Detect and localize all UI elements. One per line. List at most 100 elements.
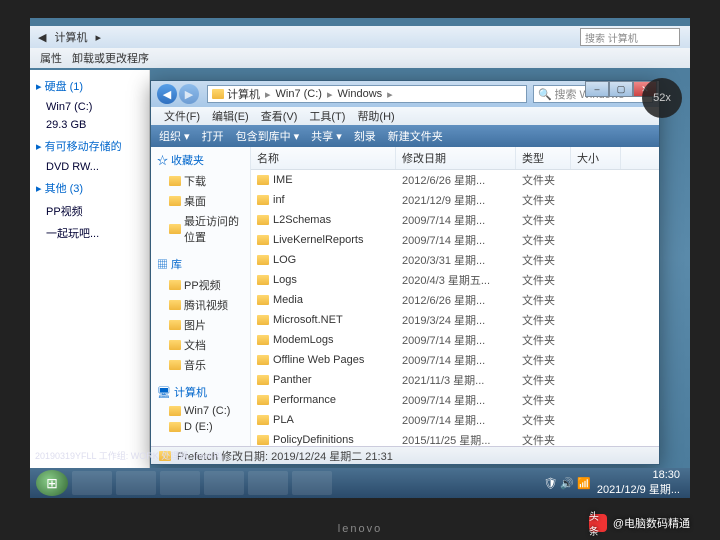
file-size: [571, 259, 621, 261]
menu-item[interactable]: 帮助(H): [352, 108, 399, 124]
breadcrumb-item[interactable]: 计算机: [224, 86, 263, 102]
back-tree-header[interactable]: ▸ 其他 (3): [36, 176, 143, 200]
task-item[interactable]: [204, 471, 244, 495]
file-row[interactable]: PLA2009/7/14 星期...文件夹: [251, 410, 659, 430]
menu-item[interactable]: 工具(T): [304, 108, 350, 124]
taskbar[interactable]: 🛡 🔊 📶 18:30 2021/12/9 星期...: [30, 468, 690, 498]
tree-item[interactable]: 图片: [155, 315, 246, 335]
tree-group[interactable]: 🖥 计算机: [155, 381, 246, 403]
file-date: 2019/3/24 星期...: [396, 311, 516, 329]
back-tree-item[interactable]: 29.3 GB: [36, 116, 143, 134]
toolbar-item[interactable]: 刻录: [354, 128, 376, 144]
file-date: 2009/7/14 星期...: [396, 391, 516, 409]
folder-icon: [257, 275, 269, 285]
minimize-button[interactable]: –: [585, 81, 609, 97]
nav-tree: ☆ 收藏夹下载桌面最近访问的位置 ▦ 库PP视频腾讯视频图片文档音乐 🖥 计算机Wi…: [151, 147, 251, 446]
file-row[interactable]: IME2012/6/26 星期...文件夹: [251, 170, 659, 190]
watermark-text: @电脑数码精通: [613, 515, 690, 531]
back-nav[interactable]: ◀: [38, 31, 46, 44]
file-row[interactable]: inf2021/12/9 星期...文件夹: [251, 190, 659, 210]
task-item[interactable]: [72, 471, 112, 495]
toolbar-item[interactable]: 共享 ▾: [311, 128, 342, 144]
folder-icon: [257, 255, 269, 265]
folder-icon: [257, 195, 269, 205]
search-icon: 🔍: [538, 88, 552, 101]
back-tree-item[interactable]: DVD RW...: [36, 158, 143, 176]
tree-item[interactable]: PP视频: [155, 275, 246, 295]
task-item[interactable]: [292, 471, 332, 495]
toolbar-item[interactable]: 组织 ▾: [159, 128, 190, 144]
file-size: [571, 279, 621, 281]
file-row[interactable]: Performance2009/7/14 星期...文件夹: [251, 390, 659, 410]
file-date: 2009/7/14 星期...: [396, 411, 516, 429]
file-name: IME: [273, 174, 293, 186]
tree-item[interactable]: Win7 (C:): [155, 403, 246, 419]
menu-item[interactable]: 文件(F): [159, 108, 205, 124]
back-left-panel: ▸ 硬盘 (1)Win7 (C:)29.3 GB▸ 有可移动存储的DVD RW.…: [30, 70, 150, 468]
file-row[interactable]: Offline Web Pages2009/7/14 星期...文件夹: [251, 350, 659, 370]
tree-item[interactable]: 桌面: [155, 191, 246, 211]
tree-group[interactable]: ▦ 库: [155, 253, 246, 275]
tree-item[interactable]: D (E:): [155, 419, 246, 435]
back-tb-uninstall[interactable]: 卸载或更改程序: [72, 50, 149, 66]
tree-group[interactable]: 🌐 网络: [155, 441, 246, 446]
menu-item[interactable]: 编辑(E): [207, 108, 254, 124]
file-type: 文件夹: [516, 331, 571, 349]
back-tree-item[interactable]: PP视频: [36, 200, 143, 222]
nav-back-icon[interactable]: ◀: [157, 84, 177, 104]
col-size[interactable]: 大小: [571, 147, 621, 169]
tree-item[interactable]: 文档: [155, 335, 246, 355]
task-item[interactable]: [116, 471, 156, 495]
folder-icon: [257, 215, 269, 225]
window-titlebar[interactable]: ◀ ▶ 计算机▸Win7 (C:)▸Windows▸ 🔍 搜索 Windows …: [151, 81, 659, 107]
col-name[interactable]: 名称: [251, 147, 396, 169]
breadcrumb-item[interactable]: Win7 (C:): [273, 88, 325, 100]
maximize-button[interactable]: ▢: [609, 81, 633, 97]
file-row[interactable]: PolicyDefinitions2015/11/25 星期...文件夹: [251, 430, 659, 446]
file-row[interactable]: LOG2020/3/31 星期...文件夹: [251, 250, 659, 270]
file-row[interactable]: Panther2021/11/3 星期...文件夹: [251, 370, 659, 390]
tree-item[interactable]: 腾讯视频: [155, 295, 246, 315]
file-size: [571, 359, 621, 361]
col-type[interactable]: 类型: [516, 147, 571, 169]
back-tree-header[interactable]: ▸ 有可移动存储的: [36, 134, 143, 158]
nav-forward-icon[interactable]: ▶: [179, 84, 199, 104]
tree-item[interactable]: 音乐: [155, 355, 246, 375]
file-type: 文件夹: [516, 351, 571, 369]
column-headers[interactable]: 名称 修改日期 类型 大小: [251, 147, 659, 170]
toolbar-item[interactable]: 打开: [202, 128, 224, 144]
address-bar[interactable]: 计算机▸Win7 (C:)▸Windows▸: [207, 85, 527, 103]
back-tb-props[interactable]: 属性: [40, 50, 62, 66]
task-item[interactable]: [248, 471, 288, 495]
file-row[interactable]: LiveKernelReports2009/7/14 星期...文件夹: [251, 230, 659, 250]
back-tree-item[interactable]: Win7 (C:): [36, 98, 143, 116]
file-row[interactable]: ModemLogs2009/7/14 星期...文件夹: [251, 330, 659, 350]
file-name: Microsoft.NET: [273, 314, 343, 326]
back-search-box[interactable]: 搜索 计算机: [580, 28, 680, 46]
task-item[interactable]: [160, 471, 200, 495]
tree-group[interactable]: ☆ 收藏夹: [155, 149, 246, 171]
system-tray[interactable]: 🛡 🔊 📶 18:30 2021/12/9 星期...: [543, 469, 684, 497]
file-name: Panther: [273, 374, 312, 386]
tree-item[interactable]: 下载: [155, 171, 246, 191]
back-tree-header[interactable]: ▸ 硬盘 (1): [36, 74, 143, 98]
toolbar-item[interactable]: 包含到库中 ▾: [236, 128, 300, 144]
file-size: [571, 339, 621, 341]
file-name: Logs: [273, 274, 297, 286]
folder-icon: [257, 295, 269, 305]
start-button[interactable]: [36, 470, 68, 496]
toolbar-item[interactable]: 新建文件夹: [388, 128, 443, 144]
file-row[interactable]: Microsoft.NET2019/3/24 星期...文件夹: [251, 310, 659, 330]
folder-icon: [257, 395, 269, 405]
back-breadcrumb[interactable]: 计算机: [54, 29, 87, 45]
tree-item[interactable]: 最近访问的位置: [155, 211, 246, 247]
tray-icons[interactable]: 🛡 🔊 📶: [543, 477, 590, 490]
file-row[interactable]: Logs2020/4/3 星期五...文件夹: [251, 270, 659, 290]
menu-item[interactable]: 查看(V): [256, 108, 303, 124]
col-date[interactable]: 修改日期: [396, 147, 516, 169]
file-row[interactable]: Media2012/6/26 星期...文件夹: [251, 290, 659, 310]
breadcrumb-item[interactable]: Windows: [335, 88, 386, 100]
back-tree-item[interactable]: 一起玩吧...: [36, 222, 143, 244]
file-row[interactable]: L2Schemas2009/7/14 星期...文件夹: [251, 210, 659, 230]
file-name: Media: [273, 294, 303, 306]
